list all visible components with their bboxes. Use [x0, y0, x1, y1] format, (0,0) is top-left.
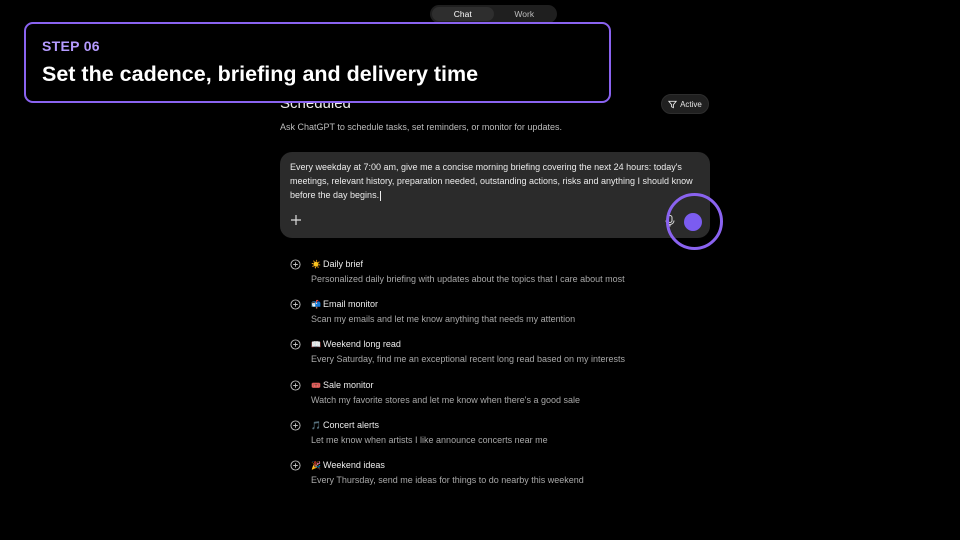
inbox-icon: 📬: [311, 300, 321, 310]
step-title: Set the cadence, briefing and delivery t…: [42, 62, 479, 86]
suggestion-description: Watch my favorite stores and let me know…: [311, 394, 581, 405]
tab-work[interactable]: Work: [494, 7, 556, 21]
tab-chat[interactable]: Chat: [432, 7, 494, 21]
add-attachment-button[interactable]: [289, 214, 303, 228]
suggestion-title: Weekend long read: [323, 339, 401, 350]
suggestion-item[interactable]: 📖 Weekend long read Every Saturday, find …: [288, 337, 718, 377]
music-note-icon: 🎵: [311, 420, 321, 430]
suggestion-description: Personalized daily briefing with updates…: [311, 274, 625, 284]
plus-icon: [291, 215, 301, 225]
suggestion-item[interactable]: 🎵 Concert alerts Let me know when artists…: [288, 418, 718, 458]
suggestion-item[interactable]: 🎟️ Sale monitor Watch my favorite stores …: [288, 378, 718, 418]
suggestion-item[interactable]: 🎉 Weekend ideas Every Thursday, send me i…: [288, 458, 718, 498]
suggestion-title: Email monitor: [323, 299, 379, 310]
step-number: STEP 06: [42, 38, 100, 54]
party-icon: 🎉: [311, 460, 321, 470]
page-subtitle: Ask ChatGPT to schedule tasks, set remin…: [280, 122, 562, 132]
suggestion-description: Every Saturday, find me an exceptional r…: [311, 354, 626, 365]
add-circle-icon: [290, 339, 301, 350]
suggestion-description: Scan my emails and let me know anything …: [311, 314, 576, 325]
highlight-ring: [666, 193, 723, 250]
filter-icon: [668, 100, 678, 108]
filter-button[interactable]: Active: [661, 94, 709, 114]
step-banner: STEP 06 Set the cadence, briefing and de…: [24, 22, 611, 103]
add-circle-icon: [290, 259, 301, 270]
text-caret: [380, 190, 382, 201]
add-circle-icon: [290, 420, 301, 431]
suggestion-description: Every Thursday, send me ideas for things…: [311, 474, 584, 485]
mode-switch: Chat Work: [430, 5, 557, 23]
suggestion-item[interactable]: ☀️ Daily brief Personalized daily briefin…: [288, 257, 718, 297]
suggestion-item[interactable]: 📬 Email monitor Scan my emails and let me…: [288, 297, 718, 337]
suggestion-title: Sale monitor: [323, 379, 374, 390]
suggestion-list: ☀️ Daily brief Personalized daily briefin…: [288, 257, 718, 498]
book-icon: 📖: [311, 340, 321, 350]
suggestion-title: Weekend ideas: [323, 459, 385, 470]
prompt-text: Every weekday at 7:00 am, give me a conc…: [290, 162, 693, 200]
filter-label: Active: [680, 99, 702, 109]
prompt-input[interactable]: Every weekday at 7:00 am, give me a conc…: [290, 160, 702, 202]
suggestion-title: Concert alerts: [323, 419, 380, 430]
add-circle-icon: [290, 299, 301, 310]
ticket-icon: 🎟️: [311, 380, 321, 390]
sun-icon: ☀️: [311, 260, 321, 269]
prompt-composer: Every weekday at 7:00 am, give me a conc…: [280, 152, 710, 238]
suggestion-title: Daily brief: [323, 259, 364, 269]
suggestion-description: Let me know when artists I like announce…: [311, 434, 548, 445]
add-circle-icon: [290, 380, 301, 391]
add-circle-icon: [290, 460, 301, 471]
